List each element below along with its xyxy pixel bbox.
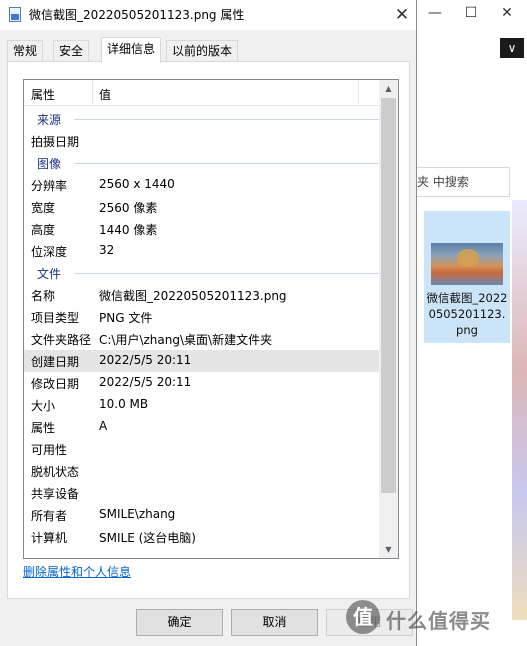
property-value: 32 [99, 243, 115, 257]
dialog-titlebar: 微信截图_20220505201123.png 属性 ✕ [0, 0, 416, 30]
property-value: 2560 像素 [99, 201, 158, 215]
minimize-button[interactable]: — [417, 0, 453, 26]
property-name: 共享设备 [31, 487, 80, 501]
thumbnail-tree-shape [457, 249, 479, 267]
property-name: 创建日期 [31, 355, 80, 369]
vertical-scrollbar[interactable]: ▲ ▼ [379, 80, 398, 558]
list-item[interactable]: 共享设备 [24, 482, 380, 504]
property-value: C:\用户\zhang\桌面\新建文件夹 [99, 333, 273, 347]
property-name: 计算机 [31, 531, 68, 545]
column-header-property[interactable]: 属性 [31, 86, 55, 103]
properties-list[interactable]: 属性 值 来源 拍摄日期 图像 分辨率 2560 x 1440 宽度 2560 … [23, 79, 399, 559]
image-thumbnail [431, 243, 503, 285]
property-name: 项目类型 [31, 311, 80, 325]
column-header-value[interactable]: 值 [99, 86, 111, 103]
explorer-search-input[interactable]: 夹 中搜索 [412, 167, 510, 197]
property-value: SMILE\zhang [99, 507, 176, 521]
explorer-titlebar: — ☐ ✕ [417, 0, 527, 26]
property-value: 1440 像素 [99, 223, 158, 237]
thumbnail-caption: 微信截图_20220505201123.png [426, 291, 508, 337]
list-item[interactable]: 所有者 SMILE\zhang [24, 504, 380, 526]
list-item-hovered[interactable]: 创建日期 2022/5/5 20:11 [24, 350, 380, 372]
scroll-down-arrow-icon[interactable]: ▼ [379, 541, 398, 558]
tab-previous-versions[interactable]: 以前的版本 [166, 40, 239, 62]
property-name: 大小 [31, 399, 56, 413]
list-item[interactable]: 计算机 SMILE (这台电脑) [24, 526, 380, 548]
group-divider [74, 273, 384, 274]
group-label: 来源 [37, 113, 62, 127]
list-item[interactable]: 宽度 2560 像素 [24, 196, 380, 218]
group-header-file: 文件 [24, 262, 384, 284]
property-value: 2560 x 1440 [99, 177, 175, 191]
dialog-title: 微信截图_20220505201123.png 属性 [29, 8, 245, 22]
list-item[interactable]: 大小 10.0 MB [24, 394, 380, 416]
property-name: 所有者 [31, 509, 68, 523]
group-label: 文件 [37, 267, 62, 281]
maximize-button[interactable]: ☐ [453, 0, 489, 26]
property-value: A [99, 419, 108, 433]
file-icon [9, 7, 21, 22]
explorer-edge-strip [512, 200, 527, 620]
property-name: 文件夹路径 [31, 333, 92, 347]
property-name: 位深度 [31, 245, 68, 259]
list-item[interactable]: 可用性 [24, 438, 380, 460]
list-item[interactable]: 脱机状态 [24, 460, 380, 482]
group-divider [74, 119, 384, 120]
list-item[interactable]: 文件夹路径 C:\用户\zhang\桌面\新建文件夹 [24, 328, 380, 350]
cancel-button[interactable]: 取消 [231, 609, 318, 636]
tab-details[interactable]: 详细信息 [101, 37, 162, 63]
tab-security[interactable]: 安全 [53, 40, 90, 62]
column-divider[interactable] [92, 80, 93, 104]
list-item[interactable]: 分辨率 2560 x 1440 [24, 174, 380, 196]
group-header-image: 图像 [24, 152, 384, 174]
property-name: 分辨率 [31, 179, 68, 193]
property-name: 修改日期 [31, 377, 80, 391]
group-label: 图像 [37, 157, 62, 171]
group-header-source: 来源 [24, 108, 384, 130]
property-name: 名称 [31, 289, 56, 303]
scroll-up-arrow-icon[interactable]: ▲ [379, 80, 398, 97]
property-name: 拍摄日期 [31, 135, 80, 149]
ok-button[interactable]: 确定 [136, 609, 223, 636]
property-name: 脱机状态 [31, 465, 80, 479]
list-item[interactable]: 属性 A [24, 416, 380, 438]
properties-dialog: 微信截图_20220505201123.png 属性 ✕ 常规 安全 详细信息 … [0, 0, 417, 646]
property-value: 微信截图_20220505201123.png [99, 289, 287, 303]
file-thumbnail-item[interactable]: 微信截图_20220505201123.png [424, 211, 510, 343]
tab-general[interactable]: 常规 [7, 40, 44, 62]
property-name: 属性 [31, 421, 56, 435]
explorer-close-button[interactable]: ✕ [489, 0, 525, 26]
property-name: 可用性 [31, 443, 68, 457]
watermark-text: 什么值得买 [386, 609, 491, 633]
list-rows: 来源 拍摄日期 图像 分辨率 2560 x 1440 宽度 2560 像素 高度… [24, 108, 384, 548]
property-name: 高度 [31, 223, 56, 237]
property-name: 宽度 [31, 201, 56, 215]
details-panel: 属性 值 来源 拍摄日期 图像 分辨率 2560 x 1440 宽度 2560 … [7, 61, 410, 599]
property-value: 2022/5/5 20:11 [99, 353, 192, 367]
list-header: 属性 值 [24, 80, 380, 106]
list-item[interactable]: 位深度 32 [24, 240, 380, 262]
list-item[interactable]: 项目类型 PNG 文件 [24, 306, 380, 328]
expand-ribbon-button[interactable]: ∨ [500, 38, 524, 58]
list-item[interactable]: 拍摄日期 [24, 130, 380, 152]
list-item[interactable]: 高度 1440 像素 [24, 218, 380, 240]
property-value: 2022/5/5 20:11 [99, 375, 192, 389]
column-divider[interactable] [358, 80, 359, 104]
remove-properties-link[interactable]: 删除属性和个人信息 [23, 563, 131, 580]
list-item[interactable]: 名称 微信截图_20220505201123.png [24, 284, 380, 306]
dialog-close-button[interactable]: ✕ [388, 2, 416, 28]
property-value: 10.0 MB [99, 397, 149, 411]
list-item[interactable]: 修改日期 2022/5/5 20:11 [24, 372, 380, 394]
scroll-thumb[interactable] [381, 98, 396, 493]
watermark-logo-icon: 值 [346, 600, 380, 634]
property-value: SMILE (这台电脑) [99, 531, 196, 545]
property-value: PNG 文件 [99, 311, 153, 325]
group-divider [74, 163, 384, 164]
